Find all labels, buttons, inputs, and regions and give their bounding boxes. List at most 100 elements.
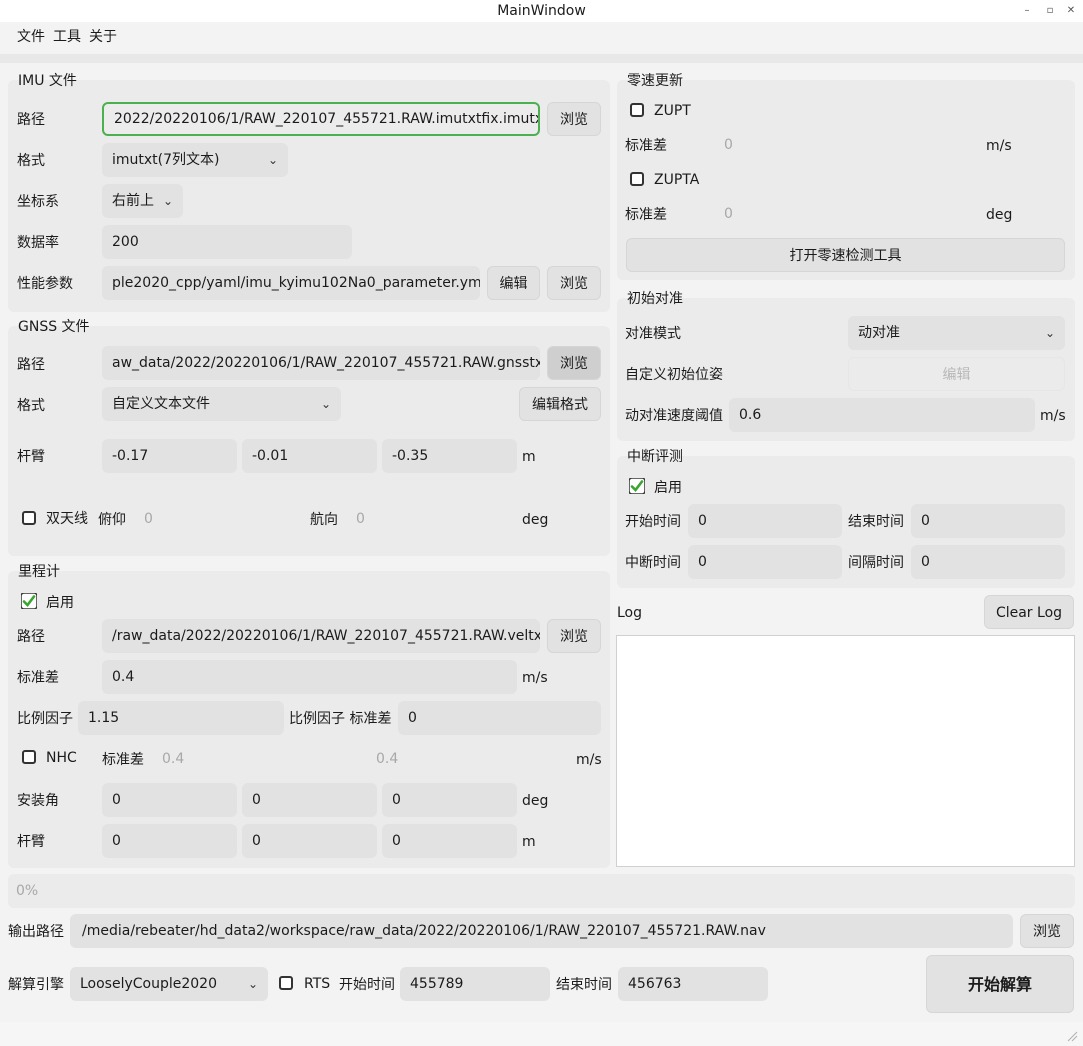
rts-checkbox[interactable] bbox=[279, 976, 293, 990]
maximize-button[interactable]: ▫ bbox=[1040, 0, 1060, 22]
imu-coord-select[interactable]: 右前上 ⌄ bbox=[102, 184, 183, 218]
gnss-lever-z-input[interactable]: -0.35 bbox=[382, 439, 517, 473]
odometer-enable-checkbox[interactable] bbox=[20, 592, 38, 610]
imu-rate-label: 数据率 bbox=[17, 235, 59, 251]
alignment-mode-label: 对准模式 bbox=[625, 326, 681, 342]
zero-velocity-tool-button[interactable]: 打开零速检测工具 bbox=[626, 238, 1065, 272]
dual-antenna-checkbox[interactable] bbox=[22, 511, 36, 525]
pitch-label: 俯仰 bbox=[98, 512, 126, 528]
scale-factor-std-input[interactable]: 0 bbox=[398, 701, 601, 735]
menu-about[interactable]: 关于 bbox=[89, 26, 117, 48]
alignment-speed-unit: m/s bbox=[1040, 408, 1066, 424]
zupt-label: ZUPT bbox=[654, 103, 691, 119]
nhc-std-input-2[interactable]: 0.4 bbox=[366, 742, 566, 776]
odometer-lever-unit: m bbox=[522, 834, 536, 850]
progress-text: 0% bbox=[16, 883, 39, 899]
custom-initial-pose-edit-button[interactable]: 编辑 bbox=[848, 357, 1065, 391]
custom-initial-pose-label: 自定义初始位姿 bbox=[625, 367, 723, 383]
log-output[interactable] bbox=[616, 635, 1075, 867]
imu-path-label: 路径 bbox=[17, 112, 45, 128]
close-button[interactable]: ✕ bbox=[1061, 0, 1081, 22]
gnss-edit-format-button[interactable]: 编辑格式 bbox=[519, 387, 601, 421]
chevron-down-icon: ⌄ bbox=[162, 194, 173, 208]
odometer-std-label: 标准差 bbox=[17, 670, 59, 686]
zupta-std-unit: deg bbox=[986, 207, 1013, 223]
imu-format-value: imutxt(7列文本) bbox=[112, 152, 220, 168]
odometer-path-label: 路径 bbox=[17, 629, 45, 645]
engine-end-input[interactable]: 456763 bbox=[618, 967, 768, 1001]
chevron-down-icon: ⌄ bbox=[320, 397, 331, 411]
imu-param-browse-button[interactable]: 浏览 bbox=[547, 266, 601, 300]
odometer-std-input[interactable]: 0.4 bbox=[102, 660, 517, 694]
minimize-button[interactable]: – bbox=[1017, 0, 1037, 22]
scale-factor-input[interactable]: 1.15 bbox=[78, 701, 284, 735]
menu-tools[interactable]: 工具 bbox=[53, 26, 81, 48]
imu-format-label: 格式 bbox=[17, 153, 45, 169]
gnss-path-input[interactable]: aw_data/2022/20220106/1/RAW_220107_45572… bbox=[102, 346, 540, 380]
resize-grip-icon[interactable] bbox=[1064, 1028, 1078, 1042]
mount-angle-x-input[interactable]: 0 bbox=[102, 783, 237, 817]
engine-end-label: 结束时间 bbox=[556, 977, 612, 993]
outage-start-label: 开始时间 bbox=[625, 514, 681, 530]
zupt-std-unit: m/s bbox=[986, 138, 1012, 154]
imu-browse-button[interactable]: 浏览 bbox=[547, 102, 601, 136]
output-browse-button[interactable]: 浏览 bbox=[1020, 914, 1074, 948]
engine-label: 解算引擎 bbox=[8, 977, 64, 993]
imu-param-edit-button[interactable]: 编辑 bbox=[487, 266, 540, 300]
heading-input[interactable]: 0 bbox=[346, 502, 512, 536]
odometer-lever-y-input[interactable]: 0 bbox=[242, 824, 377, 858]
mount-angle-label: 安装角 bbox=[17, 793, 59, 809]
engine-start-input[interactable]: 455789 bbox=[400, 967, 550, 1001]
imu-path-input[interactable]: 2022/20220106/1/RAW_220107_455721.RAW.im… bbox=[102, 102, 540, 136]
outage-end-input[interactable]: 0 bbox=[911, 504, 1065, 538]
mount-angle-y-input[interactable]: 0 bbox=[242, 783, 377, 817]
zupt-group-title: 零速更新 bbox=[627, 73, 683, 89]
gnss-group-title: GNSS 文件 bbox=[18, 319, 90, 335]
outage-start-input[interactable]: 0 bbox=[688, 504, 842, 538]
alignment-speed-input[interactable]: 0.6 bbox=[729, 398, 1035, 432]
chevron-down-icon: ⌄ bbox=[247, 977, 258, 991]
gnss-lever-x-input[interactable]: -0.17 bbox=[102, 439, 237, 473]
toolbar-separator bbox=[0, 54, 1083, 63]
gnss-format-select[interactable]: 自定义文本文件 ⌄ bbox=[102, 387, 341, 421]
zupta-std-input[interactable]: 0 bbox=[714, 197, 978, 231]
output-path-input[interactable]: /media/rebeater/hd_data2/workspace/raw_d… bbox=[70, 914, 1013, 948]
zupt-std-input[interactable]: 0 bbox=[714, 128, 978, 162]
outage-enable-checkbox[interactable] bbox=[628, 477, 646, 495]
start-solve-button[interactable]: 开始解算 bbox=[926, 955, 1074, 1013]
imu-param-label: 性能参数 bbox=[17, 276, 73, 292]
outage-interval-label: 间隔时间 bbox=[848, 555, 904, 571]
odometer-lever-x-input[interactable]: 0 bbox=[102, 824, 237, 858]
gnss-lever-y-input[interactable]: -0.01 bbox=[242, 439, 377, 473]
engine-value: LooselyCouple2020 bbox=[80, 976, 217, 992]
alignment-mode-select[interactable]: 动对准 ⌄ bbox=[848, 316, 1065, 350]
odometer-lever-label: 杆臂 bbox=[17, 834, 45, 850]
clear-log-button[interactable]: Clear Log bbox=[984, 595, 1074, 629]
imu-format-select[interactable]: imutxt(7列文本) ⌄ bbox=[102, 143, 288, 177]
menu-file[interactable]: 文件 bbox=[17, 26, 45, 48]
outage-enable-label: 启用 bbox=[654, 480, 682, 496]
nhc-checkbox[interactable] bbox=[22, 750, 36, 764]
mount-angle-unit: deg bbox=[522, 793, 549, 809]
rts-label: RTS bbox=[304, 976, 331, 992]
chevron-down-icon: ⌄ bbox=[267, 153, 278, 167]
pitch-input[interactable]: 0 bbox=[134, 502, 300, 536]
mount-angle-z-input[interactable]: 0 bbox=[382, 783, 517, 817]
gnss-browse-button[interactable]: 浏览 bbox=[547, 346, 601, 380]
outage-duration-input[interactable]: 0 bbox=[688, 545, 842, 579]
zupta-checkbox[interactable] bbox=[630, 172, 644, 186]
odometer-browse-button[interactable]: 浏览 bbox=[547, 619, 601, 653]
heading-label: 航向 bbox=[310, 512, 338, 528]
nhc-unit: m/s bbox=[576, 752, 602, 768]
odometer-path-input[interactable]: /raw_data/2022/20220106/1/RAW_220107_455… bbox=[102, 619, 540, 653]
outage-interval-input[interactable]: 0 bbox=[911, 545, 1065, 579]
outage-group-title: 中断评测 bbox=[627, 449, 683, 465]
output-path-label: 输出路径 bbox=[8, 924, 64, 940]
imu-param-input[interactable]: ple2020_cpp/yaml/imu_kyimu102Na0_paramet… bbox=[102, 266, 480, 300]
engine-select[interactable]: LooselyCouple2020 ⌄ bbox=[70, 967, 268, 1001]
odometer-lever-z-input[interactable]: 0 bbox=[382, 824, 517, 858]
progress-bar: 0% bbox=[8, 874, 1075, 908]
zupt-checkbox[interactable] bbox=[630, 103, 644, 117]
imu-rate-input[interactable]: 200 bbox=[102, 225, 352, 259]
nhc-std-input-1[interactable]: 0.4 bbox=[152, 742, 360, 776]
